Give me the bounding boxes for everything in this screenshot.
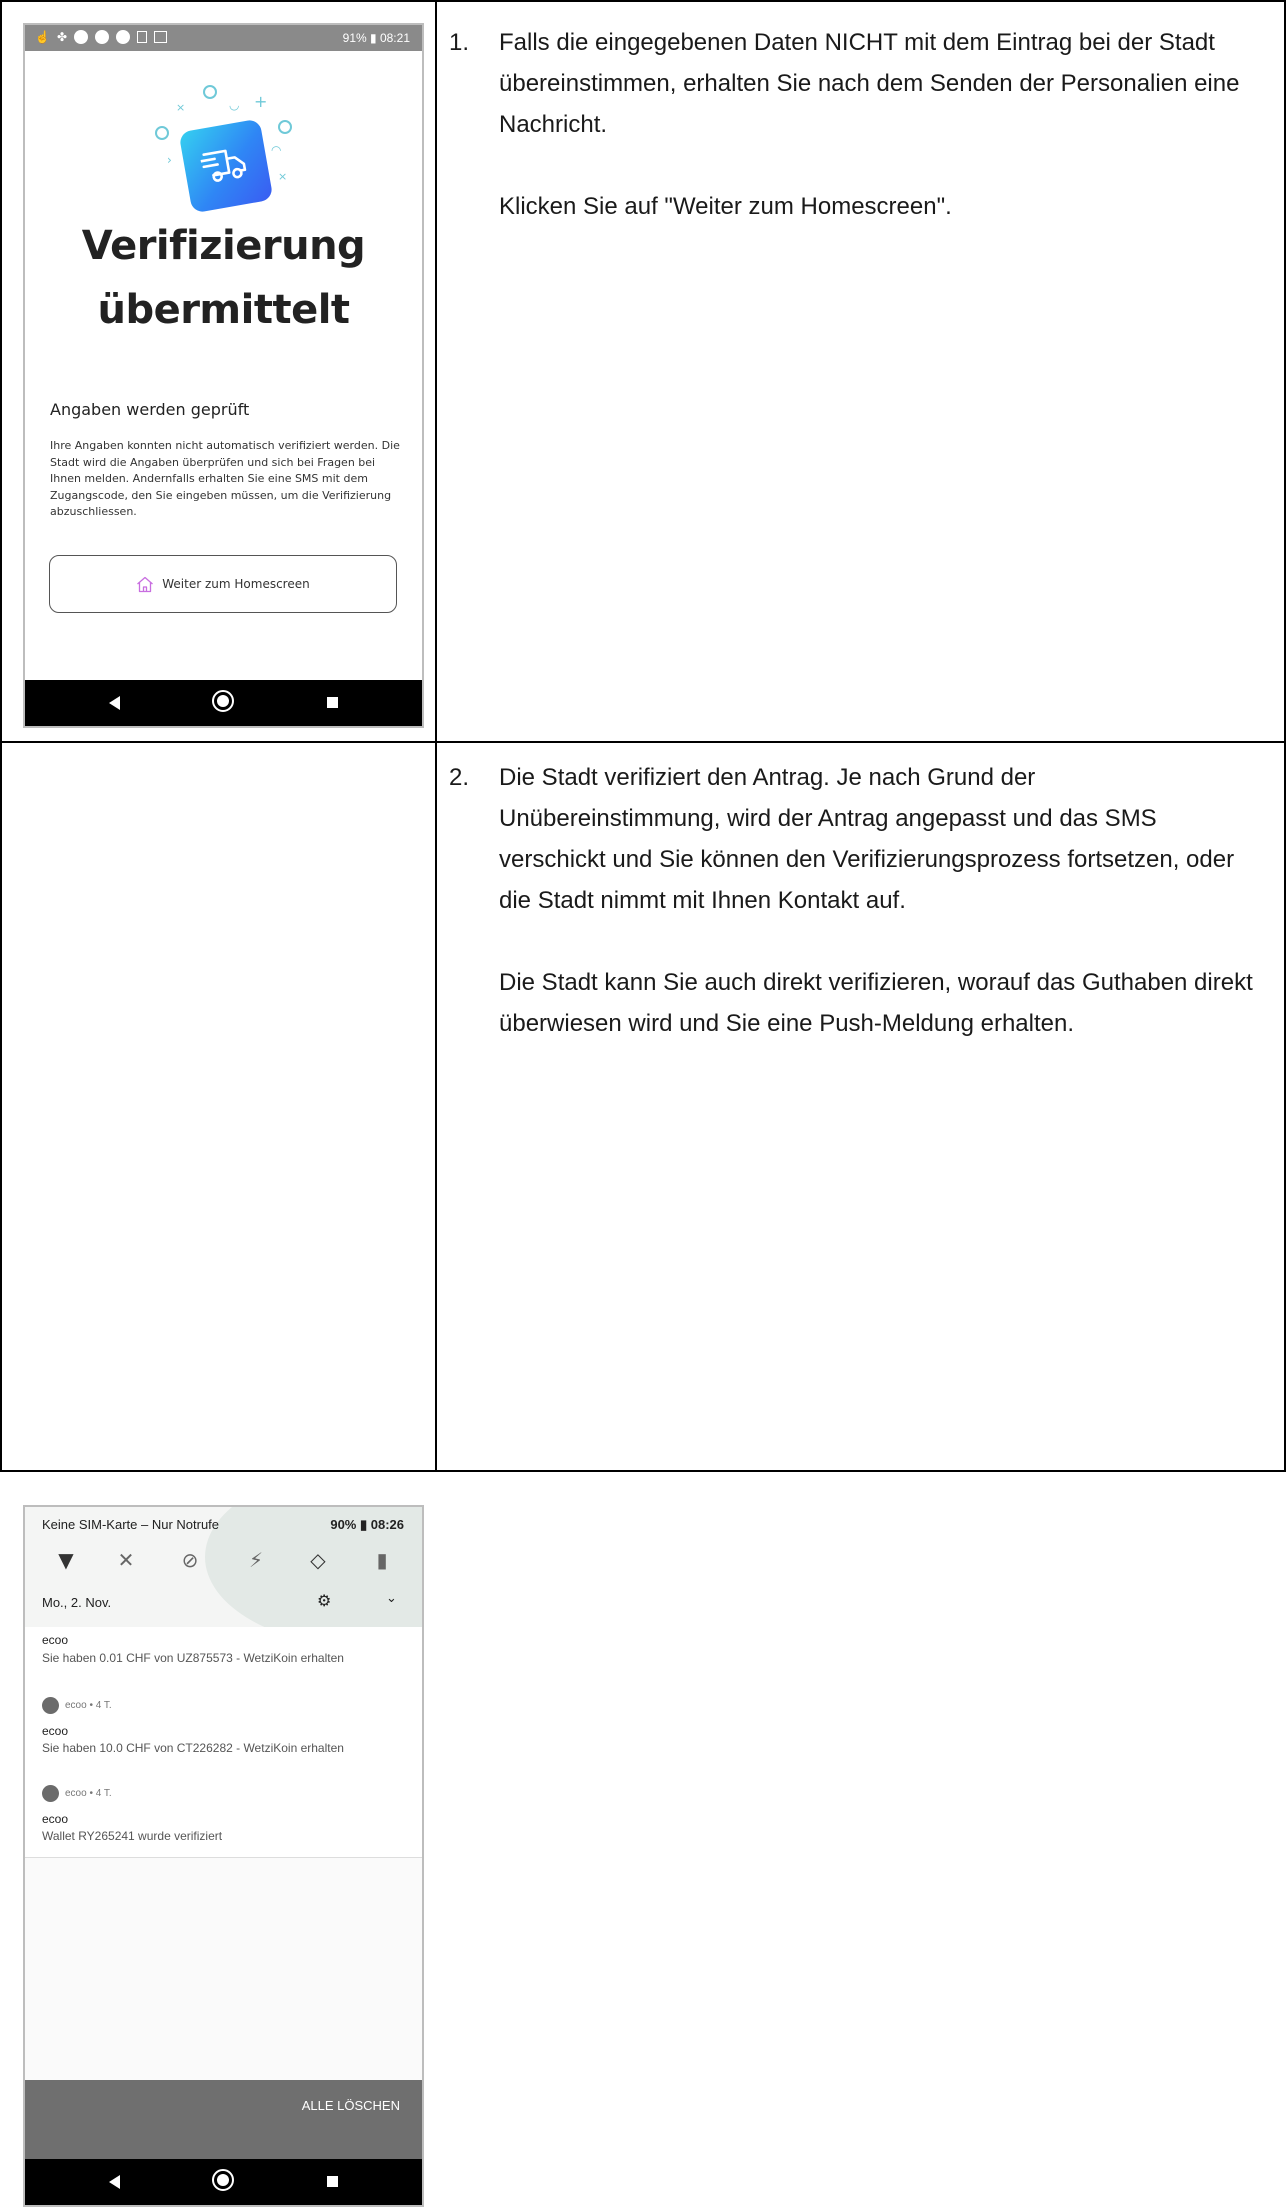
instruction-paragraph: Die Stadt kann Sie auch direkt verifizie…	[499, 969, 1253, 1037]
document-table: ☝ ✤ 91% ▮ 08:21 + × × ◡ ◠ › Verifizierun…	[0, 0, 1286, 2207]
sparkle-arc-icon: ◡	[229, 98, 240, 112]
back-icon[interactable]	[109, 2175, 120, 2189]
status-battery-time: 90% ▮ 08:26	[330, 1517, 404, 1532]
quick-settings-panel: Keine SIM-Karte – Nur Notrufe 90% ▮ 08:2…	[25, 1507, 422, 1647]
notification-dot-icon	[95, 30, 110, 44]
homescreen-button-label: Weiter zum Homescreen	[162, 577, 310, 591]
status-bar: ☝ ✤ 91% ▮ 08:21	[25, 25, 422, 51]
delivery-truck-tile	[178, 118, 274, 214]
recent-apps-icon[interactable]	[327, 2176, 338, 2187]
notification-footer: ALLE LÖSCHEN	[25, 2080, 422, 2160]
phone-screenshot-notifications: Keine SIM-Karte – Nur Notrufe 90% ▮ 08:2…	[23, 1505, 424, 2207]
notification-header-text: ecoo • 4 T.	[65, 1788, 112, 1799]
list-item[interactable]: ecoo • 4 T. ecoo Wallet RY265241 wurde v…	[25, 1769, 422, 1858]
notification-app-name: ecoo	[42, 1812, 69, 1826]
wifi-icon[interactable]: ▼	[53, 1547, 79, 1573]
sim-icon	[137, 31, 148, 43]
instruction-number: 1.	[449, 29, 470, 56]
status-battery-time: 91% ▮ 08:21	[342, 31, 410, 45]
touch-icon: ☝	[35, 30, 50, 44]
home-nav-icon[interactable]	[212, 690, 234, 712]
sparkle-circle-icon	[155, 126, 169, 140]
instruction-paragraph: Falls die eingegebenen Daten NICHT mit d…	[499, 29, 1240, 138]
notification-message: Sie haben 10.0 CHF von CT226282 - WetziK…	[42, 1741, 344, 1755]
notification-dot-icon	[116, 30, 131, 44]
fan-icon: ✤	[56, 30, 68, 44]
notification-dot-icon	[74, 30, 89, 44]
phone-screenshot-verification: ☝ ✤ 91% ▮ 08:21 + × × ◡ ◠ › Verifizierun…	[23, 23, 424, 728]
back-icon[interactable]	[109, 696, 120, 710]
sparkle-arc-icon: ›	[167, 153, 172, 167]
section-subtitle: Angaben werden geprüft	[50, 400, 250, 419]
android-nav-bar	[25, 2159, 422, 2205]
instruction-2: 2. Die Stadt verifiziert den Antrag. Je …	[449, 757, 1259, 1085]
sparkle-x-icon: ×	[278, 170, 288, 183]
notification-message: Sie haben 0.01 CHF von UZ875573 - WetziK…	[42, 1651, 344, 1665]
app-avatar-icon	[42, 1697, 59, 1714]
instruction-number: 2.	[449, 764, 470, 791]
recent-apps-icon[interactable]	[327, 697, 338, 708]
flashlight-off-icon[interactable]: ⚡	[243, 1547, 269, 1573]
battery-saver-icon[interactable]: ▮	[369, 1547, 395, 1573]
row1-screenshot-cell: ☝ ✤ 91% ▮ 08:21 + × × ◡ ◠ › Verifizierun…	[0, 0, 437, 743]
home-icon	[137, 576, 154, 592]
notification-header-text: ecoo • 4 T.	[65, 1700, 112, 1711]
clear-all-button[interactable]: ALLE LÖSCHEN	[302, 2098, 400, 2113]
notification-message: Wallet RY265241 wurde verifiziert	[42, 1829, 223, 1843]
page-title-line1: Verifizierung	[81, 223, 366, 269]
info-paragraph: Ihre Angaben konnten nicht automatisch v…	[50, 439, 400, 518]
row2-screenshot-cell: Keine SIM-Karte – Nur Notrufe 90% ▮ 08:2…	[0, 741, 437, 2207]
notification-app-name: ecoo	[42, 1724, 69, 1738]
notification-app-name: ecoo	[42, 1633, 69, 1647]
list-item[interactable]: ecoo Sie haben 0.01 CHF von UZ875573 - W…	[25, 1627, 422, 1682]
sparkle-arc-icon: ◠	[271, 143, 282, 157]
notification-header: ecoo • 4 T.	[42, 1785, 112, 1802]
homescreen-button[interactable]: Weiter zum Homescreen	[49, 555, 397, 613]
delivery-truck-icon	[199, 149, 247, 182]
page-title-line2: übermittelt	[97, 287, 350, 333]
date-label: Mo., 2. Nov.	[42, 1595, 112, 1610]
list-item[interactable]: ecoo • 4 T. ecoo Sie haben 10.0 CHF von …	[25, 1681, 422, 1770]
sparkle-plus-icon: +	[254, 92, 268, 111]
sparkle-circle-icon	[278, 120, 292, 134]
gear-icon[interactable]: ⚙	[317, 1591, 331, 1610]
instruction-paragraph: Die Stadt verifiziert den Antrag. Je nac…	[499, 764, 1235, 914]
do-not-disturb-icon[interactable]: ⊘	[177, 1547, 203, 1573]
auto-rotate-icon[interactable]: ◇	[305, 1547, 331, 1573]
quick-settings-icons: ▼ ✕ ⊘ ⚡ ◇ ▮	[53, 1547, 393, 1573]
row1-instruction-cell: 1. Falls die eingegebenen Daten NICHT mi…	[435, 0, 1286, 743]
notification-header: ecoo • 4 T.	[42, 1697, 112, 1714]
android-nav-bar	[25, 680, 422, 726]
carrier-text: Keine SIM-Karte – Nur Notrufe	[42, 1517, 220, 1532]
sparkle-x-icon: ×	[176, 101, 186, 114]
status-icons: ☝ ✤	[35, 30, 168, 44]
instruction-1: 1. Falls die eingegebenen Daten NICHT mi…	[449, 22, 1259, 268]
bluetooth-off-icon[interactable]: ✕	[113, 1547, 139, 1573]
image-icon	[154, 31, 168, 43]
row2-instruction-cell: 2. Die Stadt verifiziert den Antrag. Je …	[435, 741, 1286, 1472]
sparkle-circle-icon	[203, 85, 217, 99]
chevron-down-icon[interactable]: ⌄	[386, 1591, 397, 1606]
instruction-paragraph: Klicken Sie auf "Weiter zum Homescreen".	[499, 193, 952, 220]
app-avatar-icon	[42, 1785, 59, 1802]
home-nav-icon[interactable]	[212, 2169, 234, 2191]
